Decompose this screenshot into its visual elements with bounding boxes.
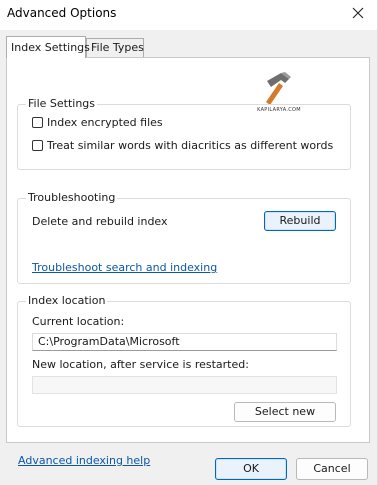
current-location-label: Current location:	[32, 315, 125, 328]
index-settings-panel: KAPILARYA.COM File Settings Index encryp…	[6, 57, 370, 467]
troubleshoot-link[interactable]: Troubleshoot search and indexing	[32, 261, 217, 274]
hammer-icon	[266, 72, 291, 105]
troubleshooting-group: Troubleshooting Delete and rebuild index…	[17, 191, 351, 284]
new-location-label: New location, after service is restarted…	[32, 358, 249, 371]
diacritics-checkbox-row[interactable]: Treat similar words with diacritics as d…	[32, 139, 333, 152]
file-settings-label: File Settings	[26, 97, 98, 111]
index-encrypted-checkbox-row[interactable]: Index encrypted files	[32, 116, 163, 129]
index-location-group: Index location Current location: C:\Prog…	[17, 294, 351, 427]
diacritics-checkbox[interactable]	[32, 140, 43, 151]
index-encrypted-checkbox[interactable]	[32, 117, 43, 128]
file-settings-group: File Settings Index encrypted files Trea…	[17, 97, 351, 170]
new-location-field	[32, 376, 337, 394]
window-title: Advanced Options	[7, 6, 117, 20]
rebuild-description: Delete and rebuild index	[32, 215, 168, 228]
index-encrypted-label: Index encrypted files	[47, 116, 163, 129]
select-new-button[interactable]: Select new	[234, 402, 336, 422]
troubleshooting-label: Troubleshooting	[26, 191, 118, 205]
advanced-options-dialog: Advanced Options Index Settings File Typ…	[0, 0, 378, 485]
current-location-field: C:\ProgramData\Microsoft	[32, 333, 337, 351]
diacritics-label: Treat similar words with diacritics as d…	[47, 139, 334, 152]
advanced-indexing-help-link[interactable]: Advanced indexing help	[18, 454, 150, 467]
rebuild-button[interactable]: Rebuild	[264, 211, 336, 231]
index-location-label: Index location	[26, 294, 108, 308]
tab-file-types[interactable]: File Types	[86, 38, 144, 57]
dialog-client-area: Index Settings File Types KAPILARYA.COM …	[0, 30, 377, 485]
cancel-button[interactable]: Cancel	[296, 458, 368, 480]
tab-index-settings[interactable]: Index Settings	[6, 36, 90, 58]
ok-button[interactable]: OK	[215, 458, 287, 480]
close-icon[interactable]	[347, 2, 369, 24]
